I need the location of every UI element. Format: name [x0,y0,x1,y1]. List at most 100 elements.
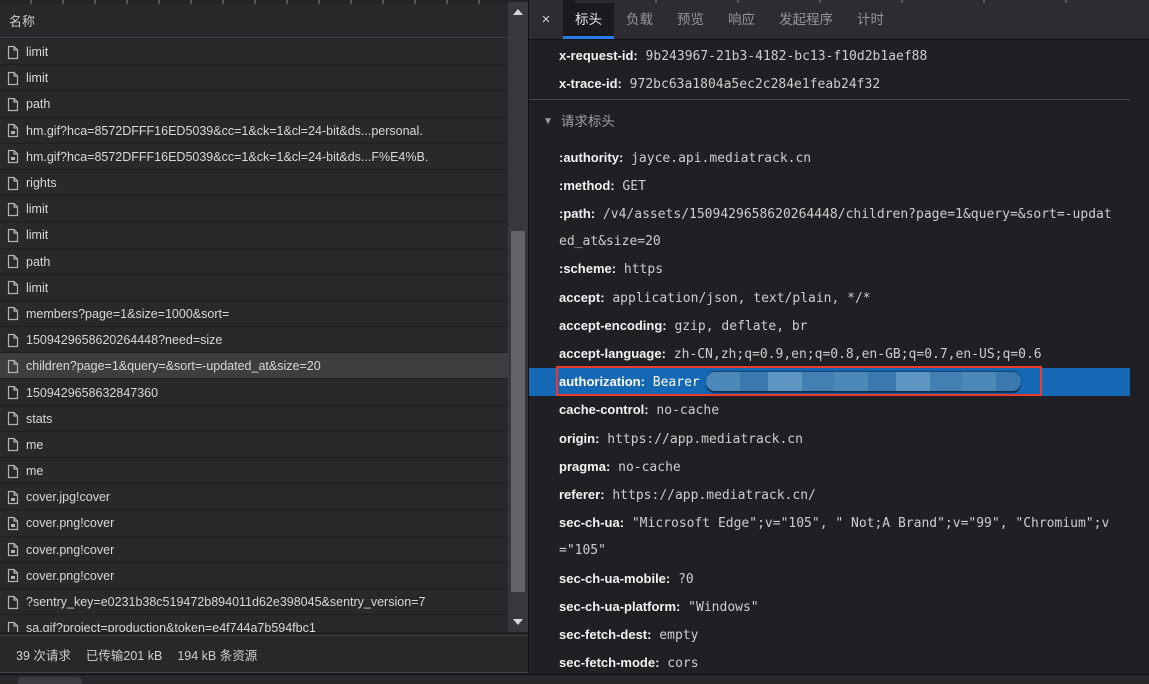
image-file-icon [7,516,19,531]
request-row[interactable]: 1509429658632847360 [0,379,508,405]
request-row[interactable]: members?page=1&size=1000&sort= [0,301,508,327]
request-row-selected[interactable]: children?page=1&query=&sort=-updated_at&… [0,353,508,379]
header-entry: :path: /v4/assets/1509429658620264448/ch… [529,200,1130,255]
tab-initiator[interactable]: 发起程序 [767,0,845,39]
request-row[interactable]: 1509429658620264448?need=size [0,327,508,353]
header-key: :authority: [559,150,623,165]
request-row[interactable]: cover.png!cover [0,537,508,563]
header-key: sec-ch-ua: [559,515,624,530]
request-list: limit limit path hm.gif?hca=8572DFFF16ED503… [0,39,508,632]
header-key: x-trace-id: [559,76,622,91]
request-row[interactable]: limit [0,39,508,65]
header-entry: accept-encoding: gzip, deflate, br [529,312,1130,340]
image-file-icon [7,490,19,505]
request-name: stats [26,412,52,426]
request-row[interactable]: limit [0,275,508,301]
drawer-button[interactable] [18,677,82,684]
request-row[interactable]: path [0,249,508,275]
header-key: sec-ch-ua-platform: [559,599,680,614]
request-row[interactable]: ?sentry_key=e0231b38c519472b894011d62e39… [0,589,508,615]
request-name: limit [26,228,48,242]
tab-timing[interactable]: 计时 [845,0,896,39]
close-icon[interactable]: × [529,0,563,39]
header-key: accept: [559,290,605,305]
request-name: members?page=1&size=1000&sort= [26,307,229,321]
resources-size: 194 kB 条资源 [177,645,257,664]
scroll-up-icon[interactable] [513,9,523,15]
request-row[interactable]: limit [0,65,508,91]
request-row[interactable]: limit [0,222,508,248]
tab-response[interactable]: 响应 [716,0,767,39]
timeline-ruler-ticks [575,0,1129,3]
document-file-icon [7,385,19,400]
left-scrollbar-thumb[interactable] [511,231,525,592]
header-key: accept-encoding: [559,318,667,333]
document-file-icon [7,306,19,321]
header-entry: origin: https://app.mediatrack.cn [529,425,1130,453]
document-file-icon [7,464,19,479]
scroll-down-icon[interactable] [513,619,523,625]
document-file-icon [7,202,19,217]
name-column-label: 名称 [9,11,35,30]
request-name: path [26,255,50,269]
request-name: rights [26,176,57,190]
request-row[interactable]: hm.gif?hca=8572DFFF16ED5039&cc=1&ck=1&cl… [0,144,508,170]
request-name: hm.gif?hca=8572DFFF16ED5039&cc=1&ck=1&cl… [26,150,428,164]
request-row[interactable]: stats [0,406,508,432]
request-name: cover.jpg!cover [26,490,110,504]
request-name: limit [26,71,48,85]
header-key: referer: [559,487,605,502]
tabs-container: 标头负载预览响应发起程序计时 [563,0,896,39]
request-headers-section-toggle[interactable]: ▼ 请求标头 [529,108,1130,135]
section-divider [529,99,1130,100]
tab-payload[interactable]: 负载 [614,0,665,39]
request-row[interactable]: path [0,91,508,117]
drawer-top-edge [0,674,1149,684]
request-name: path [26,97,50,111]
request-row[interactable]: cover.png!cover [0,510,508,536]
request-row[interactable]: sa.gif?project=production&token=e4f744a7… [0,615,508,632]
document-file-icon [7,621,19,632]
redacted-token-blur [706,372,1021,391]
header-entry: :method: GET [529,172,1130,200]
request-row[interactable]: hm.gif?hca=8572DFFF16ED5039&cc=1&ck=1&cl… [0,118,508,144]
network-status-bar: 39 次请求 已传输201 kB 194 kB 条资源 [0,635,528,673]
header-key: origin: [559,431,599,446]
request-row[interactable]: cover.jpg!cover [0,484,508,510]
tab-preview[interactable]: 预览 [665,0,716,39]
header-key: sec-fetch-mode: [559,655,659,670]
requests-count: 39 次请求 [16,645,71,664]
request-name: hm.gif?hca=8572DFFF16ED5039&cc=1&ck=1&cl… [26,124,423,138]
request-name: 1509429658620264448?need=size [26,333,222,347]
document-file-icon [7,97,19,112]
request-name: limit [26,281,48,295]
document-file-icon [7,280,19,295]
request-row[interactable]: cover.png!cover [0,563,508,589]
name-column-header[interactable]: 名称 [0,4,508,38]
header-key: x-request-id: [559,48,638,63]
header-entry: sec-fetch-mode: cors [529,649,1130,674]
request-row[interactable]: limit [0,196,508,222]
header-entry: accept: application/json, text/plain, */… [529,284,1130,312]
document-file-icon [7,71,19,86]
document-file-icon [7,359,19,374]
header-entry: x-request-id: 9b243967-21b3-4182-bc13-f1… [529,42,1130,70]
header-entry: :authority: jayce.api.mediatrack.cn [529,144,1130,172]
document-file-icon [7,228,19,243]
header-entry: sec-fetch-dest: empty [529,621,1130,649]
headers-detail-view: x-request-id: 9b243967-21b3-4182-bc13-f1… [529,40,1130,674]
header-key: :scheme: [559,261,616,276]
request-row[interactable]: me [0,432,508,458]
header-key: accept-language: [559,346,666,361]
tab-headers[interactable]: 标头 [563,0,614,39]
header-entry: x-trace-id: 972bc63a1804a5ec2c284e1feab2… [529,70,1130,98]
image-file-icon [7,542,19,557]
header-entry: sec-ch-ua-platform: "Windows" [529,593,1130,621]
header-entry: sec-ch-ua: "Microsoft Edge";v="105", " N… [529,509,1130,564]
header-entry: sec-ch-ua-mobile: ?0 [529,565,1130,593]
request-row[interactable]: rights [0,170,508,196]
request-row[interactable]: me [0,458,508,484]
image-file-icon [7,123,19,138]
header-key: authorization: [559,374,645,389]
left-scrollbar[interactable] [508,2,528,632]
